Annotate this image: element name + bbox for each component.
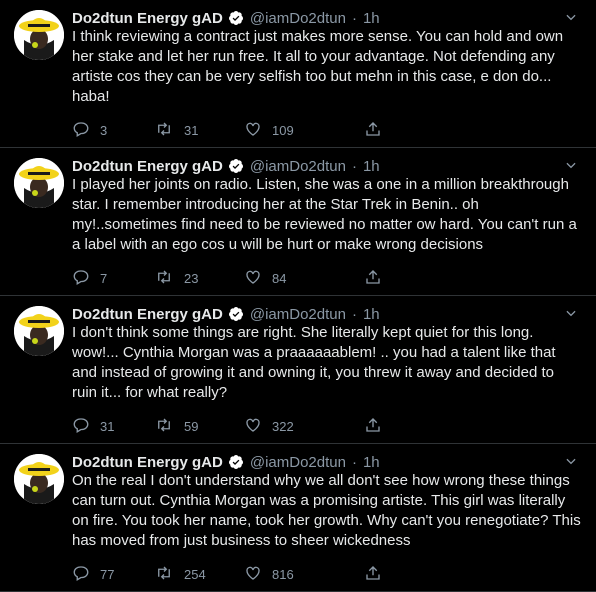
reply-icon bbox=[72, 564, 100, 585]
share-button[interactable] bbox=[364, 416, 392, 437]
tweet-actions: 3 31 109 bbox=[72, 113, 582, 147]
retweet-icon bbox=[154, 564, 184, 585]
like-button[interactable]: 109 bbox=[244, 120, 364, 141]
user-handle[interactable]: @iamDo2dtun bbox=[250, 158, 346, 175]
tweet[interactable]: Do2dtun Energy gAD @iamDo2dtun · 1h On t… bbox=[0, 444, 596, 592]
like-icon bbox=[244, 120, 272, 141]
chevron-down-icon[interactable] bbox=[560, 156, 582, 174]
tweet-header: Do2dtun Energy gAD @iamDo2dtun · 1h bbox=[72, 156, 582, 176]
separator-dot: · bbox=[351, 157, 357, 175]
tweet-text: I don't think some things are right. She… bbox=[72, 324, 556, 401]
display-name[interactable]: Do2dtun Energy gAD bbox=[72, 158, 223, 175]
tweet-header: Do2dtun Energy gAD @iamDo2dtun · 1h bbox=[72, 8, 582, 28]
reply-button[interactable]: 7 bbox=[72, 268, 154, 289]
verified-badge-icon bbox=[228, 158, 244, 174]
display-name[interactable]: Do2dtun Energy gAD bbox=[72, 10, 223, 27]
user-handle[interactable]: @iamDo2dtun bbox=[250, 10, 346, 27]
tweet-actions: 77 254 816 bbox=[72, 557, 582, 591]
chevron-down-icon[interactable] bbox=[560, 8, 582, 26]
chevron-down-icon[interactable] bbox=[560, 452, 582, 470]
timestamp[interactable]: 1h bbox=[363, 306, 380, 323]
retweet-count: 59 bbox=[184, 418, 199, 434]
reply-count: 77 bbox=[100, 566, 115, 582]
separator-dot: · bbox=[351, 9, 357, 27]
reply-icon bbox=[72, 120, 100, 141]
timestamp[interactable]: 1h bbox=[363, 10, 380, 27]
display-name[interactable]: Do2dtun Energy gAD bbox=[72, 454, 223, 471]
tweet-text: I played her joints on radio. Listen, sh… bbox=[72, 176, 577, 253]
like-count: 109 bbox=[272, 122, 294, 138]
share-icon bbox=[364, 564, 392, 585]
retweet-button[interactable]: 31 bbox=[154, 120, 244, 141]
tweet-actions: 31 59 322 bbox=[72, 409, 582, 443]
reply-icon bbox=[72, 416, 100, 437]
retweet-button[interactable]: 59 bbox=[154, 416, 244, 437]
avatar[interactable] bbox=[14, 306, 64, 356]
like-icon bbox=[244, 268, 272, 289]
reply-count: 31 bbox=[100, 418, 115, 434]
retweet-icon bbox=[154, 120, 184, 141]
reply-button[interactable]: 77 bbox=[72, 564, 154, 585]
retweet-icon bbox=[154, 416, 184, 437]
like-button[interactable]: 322 bbox=[244, 416, 364, 437]
reply-button[interactable]: 3 bbox=[72, 120, 154, 141]
like-count: 322 bbox=[272, 418, 294, 434]
verified-badge-icon bbox=[228, 306, 244, 322]
separator-dot: · bbox=[351, 305, 357, 323]
tweet[interactable]: Do2dtun Energy gAD @iamDo2dtun · 1h I pl… bbox=[0, 148, 596, 296]
avatar[interactable] bbox=[14, 10, 64, 60]
reply-icon bbox=[72, 268, 100, 289]
like-button[interactable]: 816 bbox=[244, 564, 364, 585]
reply-button[interactable]: 31 bbox=[72, 416, 154, 437]
retweet-button[interactable]: 23 bbox=[154, 268, 244, 289]
like-icon bbox=[244, 564, 272, 585]
display-name[interactable]: Do2dtun Energy gAD bbox=[72, 306, 223, 323]
chevron-down-icon[interactable] bbox=[560, 304, 582, 322]
reply-count: 3 bbox=[100, 122, 108, 138]
tweet-text: I think reviewing a contract just makes … bbox=[72, 28, 564, 105]
share-icon bbox=[364, 416, 392, 437]
timestamp[interactable]: 1h bbox=[363, 454, 380, 471]
like-count: 84 bbox=[272, 270, 287, 286]
verified-badge-icon bbox=[228, 10, 244, 26]
retweet-count: 23 bbox=[184, 270, 199, 286]
share-icon bbox=[364, 268, 392, 289]
like-button[interactable]: 84 bbox=[244, 268, 364, 289]
share-button[interactable] bbox=[364, 268, 392, 289]
separator-dot: · bbox=[351, 453, 357, 471]
tweet[interactable]: Do2dtun Energy gAD @iamDo2dtun · 1h I do… bbox=[0, 296, 596, 444]
tweet[interactable]: Do2dtun Energy gAD @iamDo2dtun · 1h I th… bbox=[0, 0, 596, 148]
share-button[interactable] bbox=[364, 120, 392, 141]
retweet-count: 31 bbox=[184, 122, 199, 138]
retweet-icon bbox=[154, 268, 184, 289]
like-count: 816 bbox=[272, 566, 294, 582]
verified-badge-icon bbox=[228, 454, 244, 470]
tweet-text: On the real I don't understand why we al… bbox=[72, 472, 581, 549]
tweet-header: Do2dtun Energy gAD @iamDo2dtun · 1h bbox=[72, 452, 582, 472]
avatar[interactable] bbox=[14, 158, 64, 208]
user-handle[interactable]: @iamDo2dtun bbox=[250, 306, 346, 323]
reply-count: 7 bbox=[100, 270, 108, 286]
like-icon bbox=[244, 416, 272, 437]
tweet-actions: 7 23 84 bbox=[72, 261, 582, 295]
retweet-button[interactable]: 254 bbox=[154, 564, 244, 585]
user-handle[interactable]: @iamDo2dtun bbox=[250, 454, 346, 471]
share-icon bbox=[364, 120, 392, 141]
retweet-count: 254 bbox=[184, 566, 206, 582]
tweet-header: Do2dtun Energy gAD @iamDo2dtun · 1h bbox=[72, 304, 582, 324]
avatar[interactable] bbox=[14, 454, 64, 504]
tweet-feed: Do2dtun Energy gAD @iamDo2dtun · 1h I th… bbox=[0, 0, 596, 592]
share-button[interactable] bbox=[364, 564, 392, 585]
timestamp[interactable]: 1h bbox=[363, 158, 380, 175]
